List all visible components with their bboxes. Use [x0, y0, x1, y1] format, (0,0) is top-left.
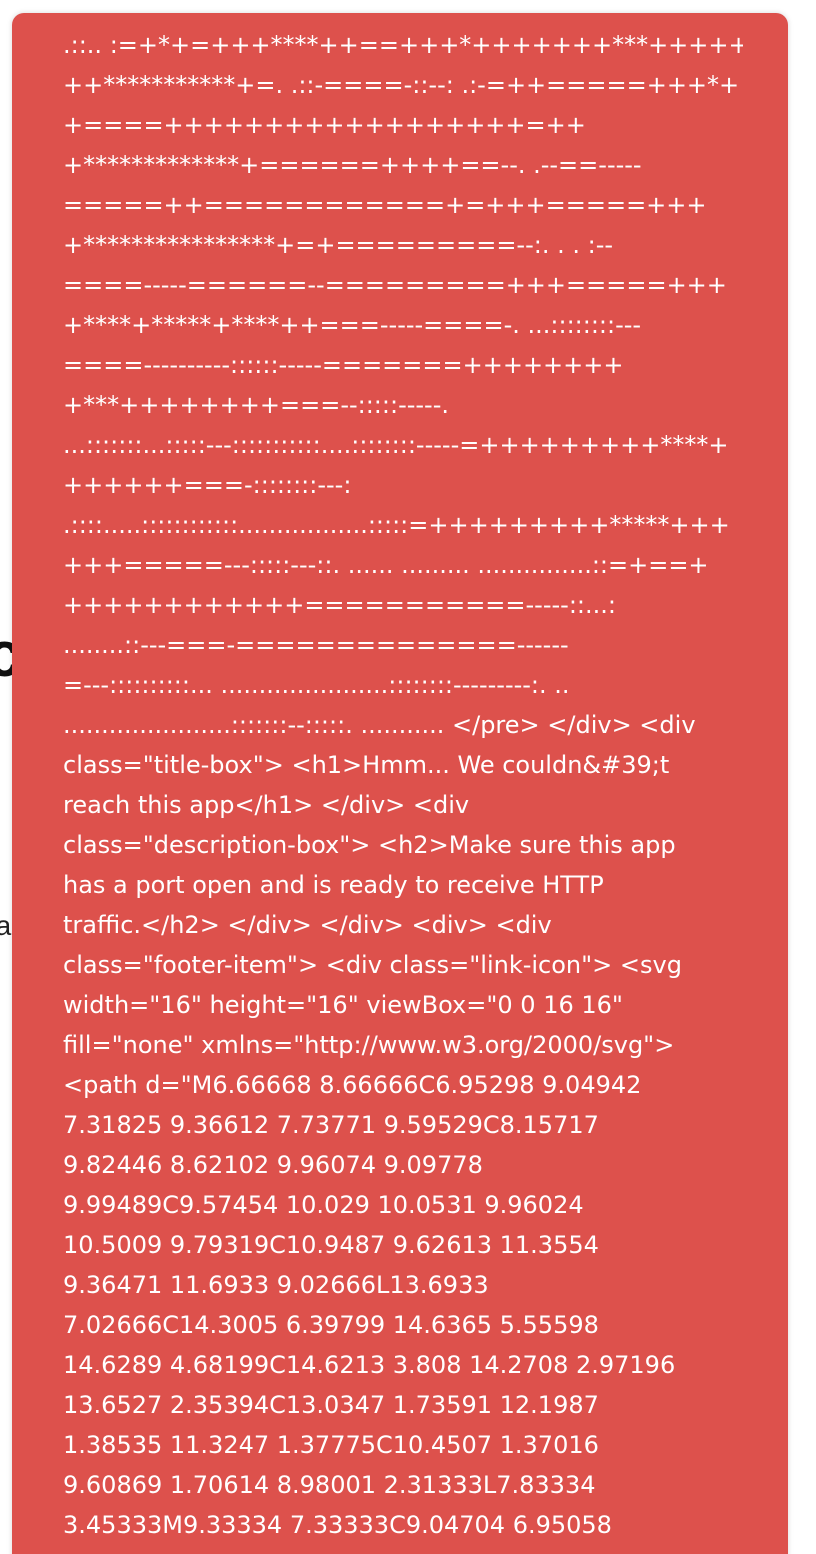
code-line: ++***********+=. .::-====-::--: .:-=++==… [63, 71, 740, 99]
code-line: +++=====---:::::---::. ...... ......... … [63, 551, 709, 579]
code-line: .::.. :=+*+=+++****++==+++*+++++++***+++… [63, 31, 743, 59]
code-line: class="description-box"> <h2>Make sure t… [63, 831, 676, 859]
code-line: ...:::::::...:::::---:::::::::::....::::… [63, 431, 729, 459]
code-line: has a port open and is ready to receive … [63, 871, 604, 899]
code-line: 9.99489C9.57454 10.029 10.0531 9.96024 [63, 1191, 584, 1219]
code-line: ====-----======--=========+++=====+++ [63, 271, 727, 299]
code-line: 1.38535 11.3247 1.37775C10.4507 1.37016 [63, 1431, 599, 1459]
code-line: 9.36471 11.6933 9.02666L13.6933 [63, 1271, 489, 1299]
code-line: +*************+======++++==--. .--==----… [63, 151, 642, 179]
code-line: 10.5009 9.79319C10.9487 9.62613 11.3554 [63, 1231, 599, 1259]
code-line: traffic.</h2> </div> </div> <div> <div [63, 911, 552, 939]
code-line: width="16" height="16" viewBox="0 0 16 1… [63, 991, 623, 1019]
code-line: 7.02666C14.3005 6.39799 14.6365 5.55598 [63, 1311, 599, 1339]
error-panel[interactable]: .::.. :=+*+=+++****++==+++*+++++++***+++… [12, 13, 788, 1554]
raw-html-dump: .::.. :=+*+=+++****++==+++*+++++++***+++… [63, 25, 743, 1554]
code-line: ......................:::::::--:::::. ..… [63, 711, 696, 739]
code-line: =---::::::::::... ......................… [63, 671, 570, 699]
code-line: ++++++===-::::::::---: [63, 471, 352, 499]
code-line: +***++++++++===--:::::-----. [63, 391, 449, 419]
page: c l ea .::.. :=+*+=+++****++==+++*++++++… [0, 0, 816, 1554]
code-line: .::::.....::::::::::::.................:… [63, 511, 730, 539]
background-text-fragment: ea [0, 910, 12, 941]
code-line: ........::---===-==============------ [63, 631, 569, 659]
code-line: 9.60869 1.70614 8.98001 2.31333L7.83334 [63, 1471, 596, 1499]
code-line: 13.6527 2.35394C13.0347 1.73591 12.1987 [63, 1391, 599, 1419]
code-line: =====++============+=+++=====+++ [63, 191, 707, 219]
code-line: 8.68177 6.63388 8.26231 6.4047C7.84285 [63, 1545, 743, 1554]
code-line: +====++++++++++++++++++=++ [63, 111, 586, 139]
code-line: <path d="M6.66668 8.66666C6.95298 9.0494… [63, 1071, 642, 1099]
code-line: 7.31825 9.36612 7.73771 9.59529C8.15717 [63, 1111, 599, 1139]
code-line: fill="none" xmlns="http://www.w3.org/200… [63, 1031, 675, 1059]
code-line: ====----------::::::-----=======++++++++ [63, 351, 624, 379]
code-line: reach this app</h1> </div> <div [63, 791, 470, 819]
code-line: +****+*****+****++===-----====-. ...::::… [63, 311, 642, 339]
code-line: class="title-box"> <h1>Hmm... We couldn&… [63, 751, 670, 779]
code-line: 9.82446 8.62102 9.96074 9.09778 [63, 1151, 483, 1179]
code-line: 3.45333M9.33334 7.33333C9.04704 6.95058 [63, 1511, 612, 1539]
code-line: +****************+=+=========--:. . . :-… [63, 231, 614, 259]
code-line: 14.6289 4.68199C14.6213 3.808 14.2708 2.… [63, 1351, 676, 1379]
code-line: class="footer-item"> <div class="link-ic… [63, 951, 682, 979]
code-line: ++++++++++++===========-----::...: [63, 591, 616, 619]
